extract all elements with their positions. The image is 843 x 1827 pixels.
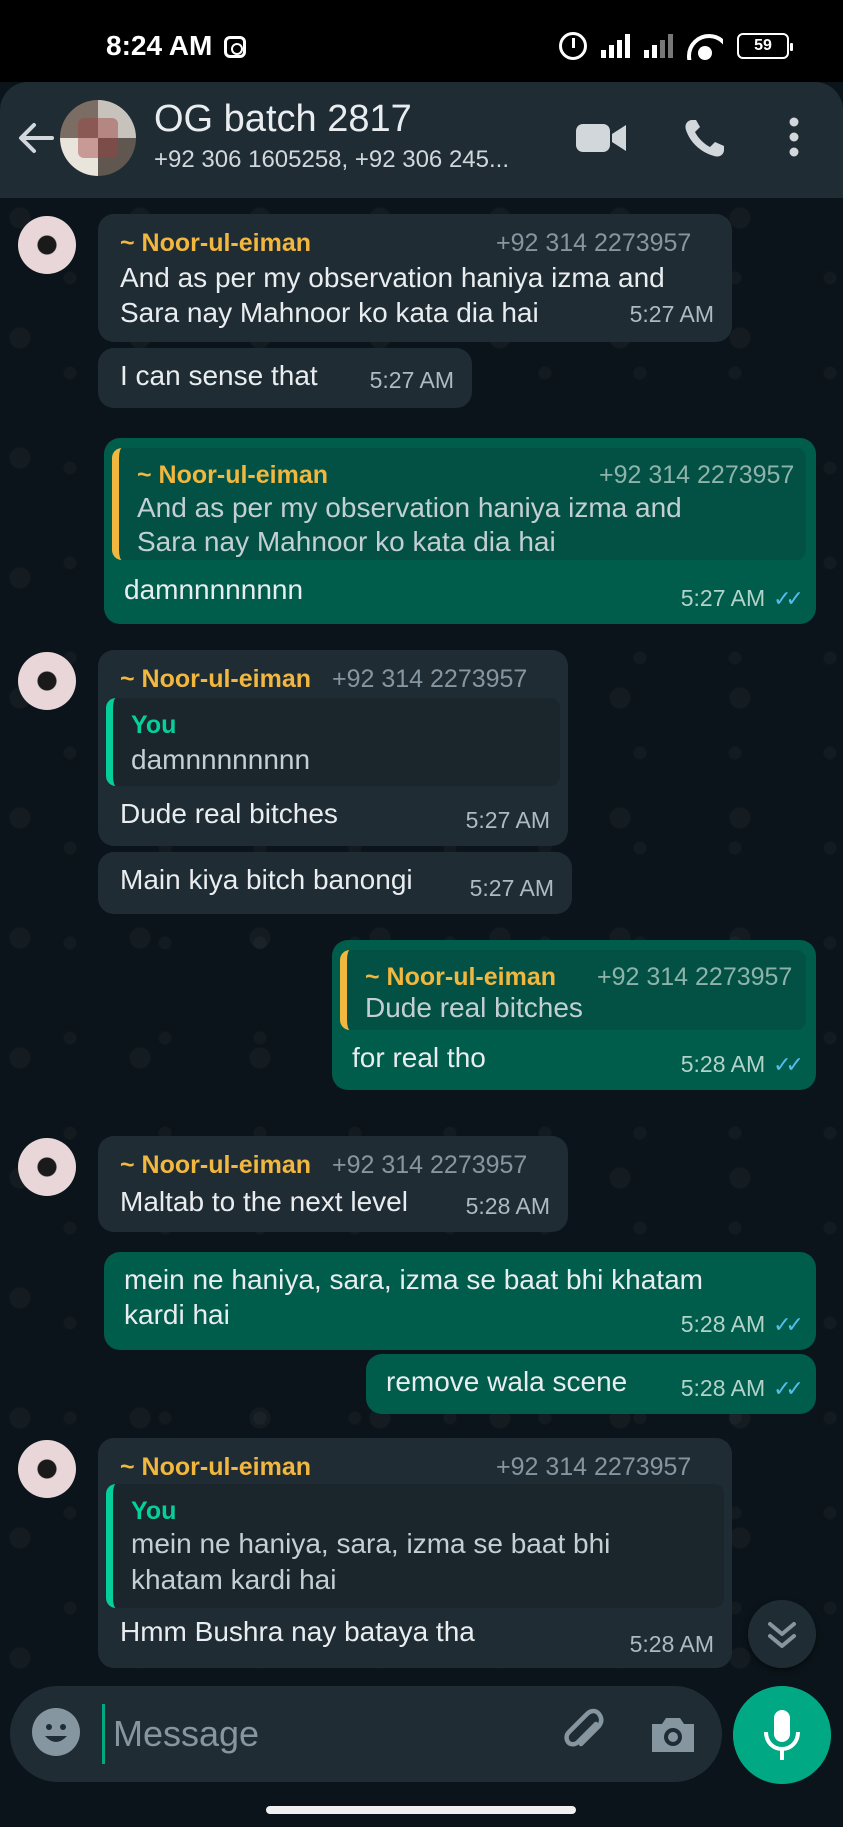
quote-sender: ~ Noor-ul-eiman (137, 461, 328, 489)
quote-text-line2: khatam kardi hai (131, 1564, 337, 1595)
navigation-bar (0, 1786, 843, 1827)
sender-phone[interactable]: +92 314 2273957 (496, 1450, 691, 1485)
message-bubble[interactable]: ~ Noor-ul-eiman +92 314 2273957 Dude rea… (332, 940, 816, 1090)
message-bubble[interactable]: ~ Noor-ul-eiman +92 314 2273957 You mein… (98, 1438, 732, 1668)
sender-name[interactable]: ~ Noor-ul-eiman (120, 662, 311, 697)
quote-text: Dude real bitches (365, 992, 583, 1023)
quote-phone: +92 314 2273957 (599, 461, 795, 489)
status-bar: 8:24 AM 59 (0, 0, 843, 82)
message-bubble[interactable]: Main kiya bitch banongi 5:27 AM (98, 852, 572, 914)
message-bubble[interactable]: I can sense that 5:27 AM (98, 348, 472, 408)
message-text: for real tho (352, 1042, 486, 1073)
message-bubble[interactable]: ~ Noor-ul-eiman +92 314 2273957 And as p… (98, 214, 732, 342)
message-text-line2: Sara nay Mahnoor ko kata dia hai (120, 297, 539, 328)
message-time: 5:28 AM (629, 1631, 714, 1657)
message-time: 5:27 AM (369, 367, 454, 393)
video-call-icon[interactable] (574, 116, 628, 160)
sender-avatar[interactable] (18, 216, 76, 274)
message-text-line2: kardi hai (124, 1299, 230, 1330)
emoji-icon[interactable] (32, 1708, 80, 1756)
home-indicator[interactable] (266, 1806, 576, 1814)
message-bubble[interactable]: ~ Noor-ul-eiman +92 314 2273957 And as p… (104, 438, 816, 624)
read-receipt-icon: ✓✓ (773, 1312, 804, 1337)
chat-area[interactable]: ~ Noor-ul-eiman +92 314 2273957 And as p… (0, 198, 843, 1682)
message-bubble[interactable]: mein ne haniya, sara, izma se baat bhi k… (104, 1252, 816, 1350)
message-time-text: 5:27 AM (680, 585, 766, 611)
message-text: remove wala scene (386, 1366, 628, 1397)
message-composer[interactable] (10, 1686, 722, 1782)
read-receipt-icon: ✓✓ (773, 1052, 804, 1077)
message-time-text: 5:28 AM (680, 1311, 766, 1337)
status-icons: 59 (559, 30, 793, 62)
signal-icon-2 (644, 34, 673, 58)
message-bubble[interactable]: remove wala scene 5:28 AM ✓✓ (366, 1354, 816, 1414)
scroll-down-icon[interactable] (748, 1600, 816, 1668)
message-text: damnnnnnnnn (124, 574, 304, 605)
message-bubble[interactable]: ~ Noor-ul-eiman +92 314 2273957 Maltab t… (98, 1136, 568, 1232)
message-text: Dude real bitches (120, 798, 338, 829)
wifi-icon (687, 32, 723, 60)
attach-icon[interactable] (558, 1708, 612, 1762)
chat-participants[interactable]: +92 306 1605258, +92 306 245... (154, 146, 554, 174)
battery-level: 59 (754, 37, 772, 54)
back-arrow-icon[interactable] (16, 118, 56, 158)
message-text: Main kiya bitch banongi (120, 864, 413, 895)
signal-icon (601, 34, 630, 58)
message-time-text: 5:28 AM (680, 1051, 766, 1077)
message-time-text: 5:28 AM (680, 1375, 766, 1401)
voice-call-icon[interactable] (680, 116, 734, 160)
battery-icon: 59 (737, 33, 793, 59)
sender-avatar[interactable] (18, 652, 76, 710)
message-text: Maltab to the next level (120, 1186, 408, 1217)
quote-text-line2: Sara nay Mahnoor ko kata dia hai (137, 526, 556, 557)
sender-name[interactable]: ~ Noor-ul-eiman (120, 1450, 311, 1485)
message-time: 5:28 AM ✓✓ (680, 1371, 804, 1406)
sender-avatar[interactable] (18, 1440, 76, 1498)
chat-header[interactable]: OG batch 2817 +92 306 1605258, +92 306 2… (0, 82, 843, 198)
message-text: I can sense that (120, 360, 318, 391)
sender-phone[interactable]: +92 314 2273957 (332, 1148, 527, 1183)
read-receipt-icon: ✓✓ (773, 586, 804, 611)
message-text: And as per my observation haniya izma an… (120, 262, 665, 293)
quoted-message[interactable]: ~ Noor-ul-eiman +92 314 2273957 Dude rea… (340, 950, 806, 1030)
read-receipt-icon: ✓✓ (773, 1376, 804, 1401)
message-time: 5:28 AM (465, 1193, 550, 1219)
quoted-message[interactable]: You mein ne haniya, sara, izma se baat b… (106, 1484, 724, 1608)
quote-text: And as per my observation haniya izma an… (137, 492, 682, 523)
sender-name[interactable]: ~ Noor-ul-eiman (120, 1148, 311, 1183)
message-time: 5:27 AM (469, 875, 554, 901)
status-time: 8:24 AM (106, 30, 213, 61)
instagram-icon (224, 36, 246, 58)
camera-icon[interactable] (646, 1708, 700, 1762)
sender-name[interactable]: ~ Noor-ul-eiman (120, 226, 311, 261)
alarm-icon (559, 32, 587, 60)
sender-phone[interactable]: +92 314 2273957 (332, 662, 527, 697)
message-input[interactable] (102, 1704, 522, 1764)
quote-sender: You (131, 711, 177, 739)
quoted-message[interactable]: You damnnnnnnnn (106, 698, 560, 786)
sender-phone[interactable]: +92 314 2273957 (496, 226, 691, 261)
message-text: mein ne haniya, sara, izma se baat bhi k… (124, 1264, 703, 1295)
message-time: 5:27 AM (629, 301, 714, 327)
quoted-message[interactable]: ~ Noor-ul-eiman +92 314 2273957 And as p… (112, 448, 806, 560)
quote-phone: +92 314 2273957 (597, 963, 793, 991)
quote-text: mein ne haniya, sara, izma se baat bhi (131, 1528, 611, 1559)
chat-title[interactable]: OG batch 2817 (154, 98, 412, 141)
message-time: 5:28 AM ✓✓ (680, 1047, 804, 1082)
message-text: Hmm Bushra nay bataya tha (120, 1616, 475, 1647)
sender-avatar[interactable] (18, 1138, 76, 1196)
more-options-icon[interactable] (772, 116, 816, 160)
quote-sender: You (131, 1497, 177, 1525)
message-bubble[interactable]: ~ Noor-ul-eiman +92 314 2273957 You damn… (98, 650, 568, 846)
group-avatar[interactable] (60, 100, 136, 176)
quote-text: damnnnnnnnn (131, 744, 311, 775)
mic-icon[interactable] (733, 1686, 831, 1784)
message-time: 5:28 AM ✓✓ (680, 1307, 804, 1342)
message-time: 5:27 AM ✓✓ (680, 581, 804, 616)
message-time: 5:27 AM (465, 807, 550, 833)
